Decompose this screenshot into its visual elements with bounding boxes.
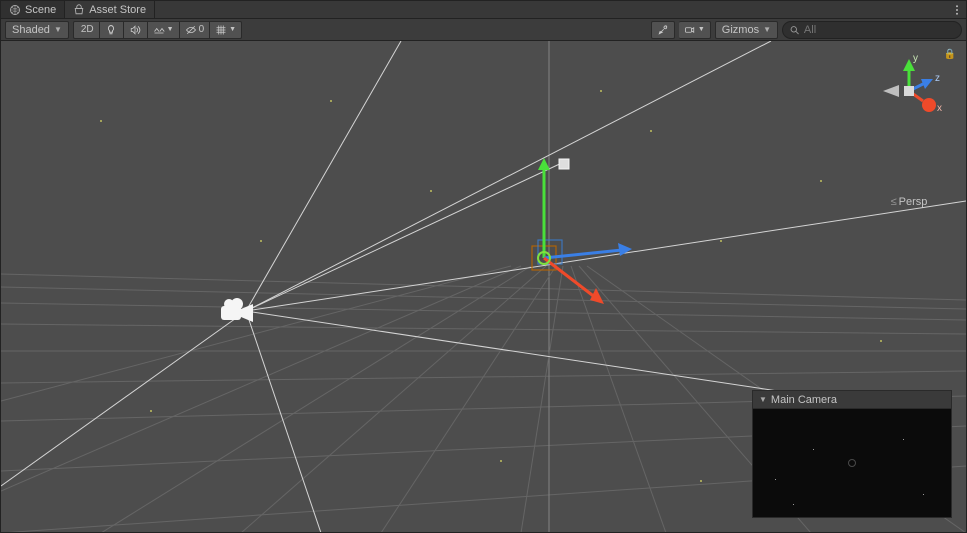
camera-preview-render — [753, 409, 951, 517]
chevron-down-icon: ▼ — [167, 26, 174, 33]
chevron-down-icon: ▼ — [229, 26, 236, 33]
audio-icon — [129, 24, 141, 36]
gizmos-dropdown[interactable]: Gizmos ▼ — [715, 21, 778, 39]
search-icon — [789, 24, 800, 36]
camera-preview-title: Main Camera — [771, 394, 837, 406]
kebab-icon — [951, 4, 963, 16]
tab-scene[interactable]: Scene — [1, 1, 65, 18]
grid-dropdown-button[interactable]: ▼ — [210, 21, 242, 39]
tab-spacer — [155, 1, 948, 18]
2d-toggle-label: 2D — [79, 24, 94, 35]
lock-icon[interactable]: 🔒 — [944, 49, 956, 60]
axis-z-label: z — [935, 73, 940, 84]
camera-preview-panel: ▼ Main Camera — [752, 390, 952, 518]
scene-tab-icon — [9, 4, 21, 16]
axis-y-label: y — [913, 53, 918, 64]
search-field[interactable] — [782, 21, 962, 39]
foldout-triangle-icon: ▼ — [759, 395, 767, 404]
tab-asset-store-label: Asset Store — [89, 4, 146, 16]
scene-viewport[interactable]: 🔒 y z x — [1, 41, 966, 532]
tab-context-menu-button[interactable] — [948, 1, 966, 18]
chevron-down-icon: ▼ — [763, 25, 771, 34]
grid-icon — [215, 24, 227, 36]
lightbulb-icon — [105, 24, 117, 36]
camera-settings-button[interactable]: ▼ — [679, 21, 711, 39]
hidden-count-label: 0 — [197, 24, 205, 35]
search-input[interactable] — [804, 24, 955, 36]
shading-mode-label: Shaded — [12, 24, 50, 36]
axis-x-label: x — [937, 103, 942, 114]
eye-off-icon — [185, 24, 197, 36]
asset-store-tab-icon — [73, 4, 85, 16]
camera-icon — [684, 24, 696, 36]
chevron-down-icon: ▼ — [698, 26, 705, 33]
fx-dropdown-button[interactable]: ▼ — [148, 21, 180, 39]
scene-panel: Scene Asset Store Shaded ▼ 2D — [0, 0, 967, 533]
chevron-down-icon: ▼ — [54, 25, 62, 34]
lighting-toggle-button[interactable] — [100, 21, 124, 39]
projection-arrow-icon: ≤ — [891, 196, 897, 208]
projection-label[interactable]: ≤Persp — [864, 196, 954, 208]
2d-toggle-button[interactable]: 2D — [73, 21, 100, 39]
tab-scene-label: Scene — [25, 4, 56, 16]
audio-toggle-button[interactable] — [124, 21, 148, 39]
tools-button[interactable] — [651, 21, 675, 39]
tab-strip: Scene Asset Store — [1, 1, 966, 19]
hidden-objects-button[interactable]: 0 — [180, 21, 211, 39]
gizmos-label: Gizmos — [722, 24, 759, 36]
tools-icon — [657, 24, 669, 36]
scene-camera-icon[interactable] — [219, 296, 259, 329]
shading-mode-dropdown[interactable]: Shaded ▼ — [5, 21, 69, 39]
transform-gizmo — [532, 158, 632, 304]
fx-icon — [153, 24, 165, 36]
tab-asset-store[interactable]: Asset Store — [65, 1, 155, 18]
camera-preview-center-icon — [848, 459, 856, 467]
scene-toolbar: Shaded ▼ 2D ▼ 0 ▼ — [1, 19, 966, 41]
camera-preview-header[interactable]: ▼ Main Camera — [753, 391, 951, 409]
orientation-gizmo[interactable]: 🔒 y z x — [864, 49, 954, 208]
